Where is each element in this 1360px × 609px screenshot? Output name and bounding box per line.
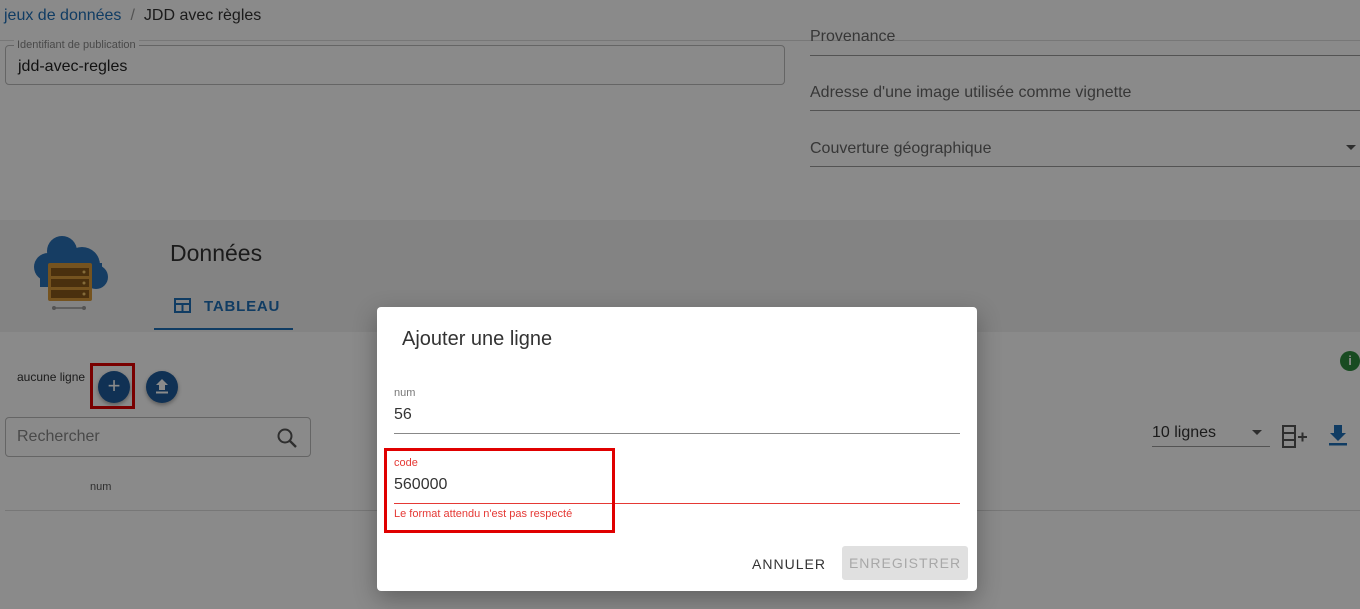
code-field-highlight bbox=[384, 448, 615, 533]
add-row-dialog: Ajouter une ligne num code Le format att… bbox=[377, 307, 977, 591]
num-input[interactable] bbox=[394, 403, 960, 427]
num-label: num bbox=[394, 387, 416, 399]
num-field[interactable]: num bbox=[394, 387, 960, 435]
num-underline bbox=[394, 433, 960, 434]
cancel-button[interactable]: ANNULER bbox=[745, 549, 833, 579]
save-button[interactable]: ENREGISTRER bbox=[842, 546, 968, 580]
dialog-title: Ajouter une ligne bbox=[402, 328, 553, 350]
